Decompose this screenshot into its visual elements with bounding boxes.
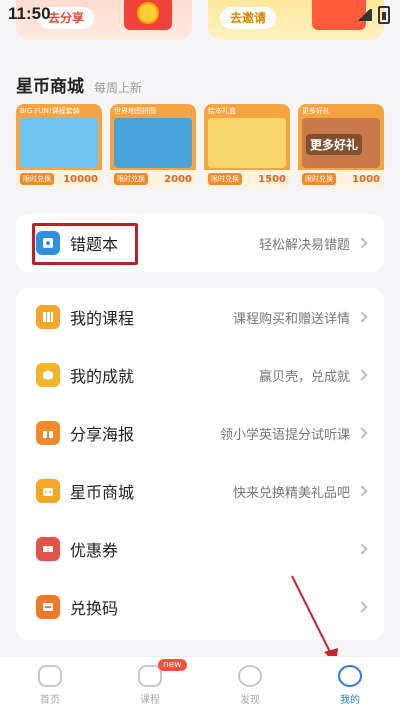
highlight-box (32, 223, 138, 265)
menu-item-desc: 快来兑换精美礼品吧 (232, 485, 350, 501)
course-icon (36, 305, 60, 329)
status-time: 11:50 (8, 4, 51, 23)
menu-item-label: 星币商城 (70, 483, 135, 502)
mall-product-row: BIG FUN!课程套装 限时兑换 10000 世界地图拼图 限时兑换 2000… (16, 104, 384, 188)
product-tag: 限时兑换 (302, 173, 336, 185)
product-footer: 限时兑换 1000 (298, 170, 384, 188)
discover-icon (238, 665, 262, 687)
chevron-right-icon (356, 427, 368, 439)
profile-icon (338, 665, 362, 687)
tab-label: 首页 (40, 695, 60, 706)
coin-icon (137, 2, 159, 24)
more-gifts-label[interactable]: 更多好礼 (306, 134, 363, 155)
signal-icon (356, 9, 372, 21)
product-caption: BIG FUN!课程套装 (20, 107, 80, 115)
chevron-right-icon (356, 237, 368, 249)
menu-item-label: 我的成就 (70, 367, 135, 386)
chevron-right-icon (356, 369, 368, 381)
mall-title: 星币商城 (16, 77, 84, 97)
product-tag: 限时兑换 (114, 173, 148, 185)
product-image (114, 118, 192, 168)
product-image (208, 118, 286, 168)
product-caption: 世界地图拼图 (114, 107, 156, 115)
tab-label: 我的 (340, 695, 360, 706)
annotation-arrow (291, 575, 338, 664)
tab-label: 课程 (140, 695, 160, 706)
top-banner-strip: 去分享 去邀请 11:50 (0, 0, 400, 48)
chevron-right-icon (356, 543, 368, 555)
product-caption: 更多好礼 (302, 107, 330, 115)
store-icon (36, 479, 60, 503)
product-footer: 限时兑换 2000 (110, 170, 196, 188)
menu-item-desc: 赢贝壳，兑成就 (258, 369, 350, 385)
menu-item-desc: 课程购买和赠送详情 (232, 311, 350, 327)
product-price: 2000 (164, 173, 192, 185)
product-tag: 限时兑换 (208, 173, 242, 185)
menu-item-star-mall[interactable]: 星币商城 快来兑换精美礼品吧 (16, 462, 384, 520)
chevron-right-icon (356, 311, 368, 323)
mall-product-card[interactable]: 绘本礼盒 限时兑换 1500 (204, 104, 290, 188)
mall-product-card[interactable]: 更多好礼 更多好礼 限时兑换 1000 (298, 104, 384, 188)
tab-home[interactable]: 首页 (0, 657, 100, 712)
menu-item-desc: 轻松解决易错题 (258, 237, 350, 253)
chevron-right-icon (356, 485, 368, 497)
menu-item-my-courses[interactable]: 我的课程 课程购买和赠送详情 (16, 288, 384, 346)
menu-item-label: 兑换码 (70, 599, 119, 618)
tab-courses[interactable]: 课程 new (100, 657, 200, 712)
redeem-code-icon (36, 595, 60, 619)
product-footer: 限时兑换 1500 (204, 170, 290, 188)
product-price: 10000 (63, 173, 98, 185)
mall-header: 星币商城 每周上新 (16, 72, 142, 97)
new-badge: new (158, 659, 187, 671)
mall-product-card[interactable]: BIG FUN!课程套装 限时兑换 10000 (16, 104, 102, 188)
menu-item-desc: 领小学英语提分试听课 (219, 427, 350, 443)
tab-discover[interactable]: 发现 (200, 657, 300, 712)
bottom-tab-bar: 首页 课程 new 发现 我的 (0, 656, 400, 712)
home-icon (38, 665, 62, 687)
menu-item-label: 我的课程 (70, 309, 135, 328)
product-image (20, 118, 98, 168)
mall-product-card[interactable]: 世界地图拼图 限时兑换 2000 (110, 104, 196, 188)
tab-label: 发现 (240, 695, 260, 706)
achievement-icon (36, 363, 60, 387)
menu-item-label: 分享海报 (70, 425, 135, 444)
status-icons (356, 6, 390, 24)
product-footer: 限时兑换 10000 (16, 170, 102, 188)
menu-item-share-poster[interactable]: 分享海报 领小学英语提分试听课 (16, 404, 384, 462)
product-price: 1000 (352, 173, 380, 185)
menu-item-label: 优惠券 (70, 541, 119, 560)
tab-me[interactable]: 我的 (300, 657, 400, 712)
invite-button[interactable]: 去邀请 (220, 7, 277, 29)
gift-icon (36, 421, 60, 445)
battery-icon (378, 6, 390, 24)
product-price: 1500 (258, 173, 286, 185)
menu-item-my-achievements[interactable]: 我的成就 赢贝壳，兑成就 (16, 346, 384, 404)
coupon-icon (36, 537, 60, 561)
mall-subtitle: 每周上新 (94, 81, 143, 95)
product-tag: 限时兑换 (20, 173, 54, 185)
product-caption: 绘本礼盒 (208, 107, 236, 115)
